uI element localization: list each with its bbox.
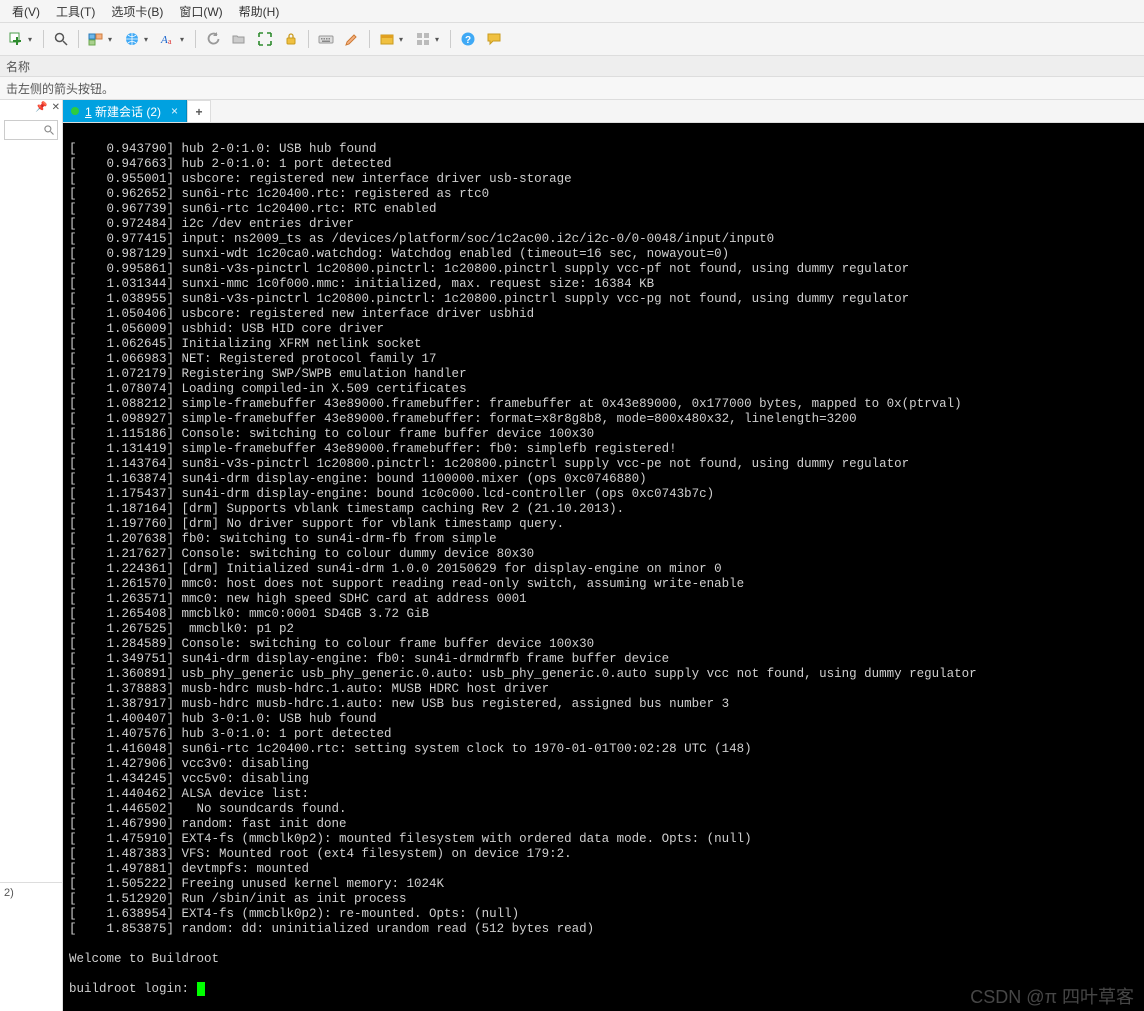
close-icon[interactable]: ✕ (52, 102, 60, 113)
fullscreen-button[interactable] (253, 27, 277, 51)
box-button[interactable] (375, 27, 399, 51)
menubar: 看(V) 工具(T) 选项卡(B) 窗口(W) 帮助(H) (0, 0, 1144, 23)
column-header-bar: 名称 (0, 56, 1144, 77)
dropdown-icon[interactable]: ▾ (435, 35, 443, 44)
tabstrip: 1 新建会话 (2) × + (63, 100, 1144, 123)
app-window: 看(V) 工具(T) 选项卡(B) 窗口(W) 帮助(H) ▾ ▾ ▾ Aa ▾ (0, 0, 1144, 1011)
terminal-output: [ 0.943790] hub 2-0:1.0: USB hub found [… (69, 142, 977, 966)
menu-view[interactable]: 看(V) (4, 1, 48, 22)
toolbar-separator (43, 30, 44, 48)
font-button[interactable]: Aa (156, 27, 180, 51)
folder-button[interactable] (227, 27, 251, 51)
sidebar-bottom: 2) (0, 882, 62, 1011)
dropdown-icon[interactable]: ▾ (144, 35, 152, 44)
name-column-label: 名称 (6, 58, 30, 75)
grid-button[interactable] (411, 27, 435, 51)
menu-help[interactable]: 帮助(H) (231, 1, 288, 22)
edit-button[interactable] (340, 27, 364, 51)
pin-icon[interactable]: 📌 (35, 102, 47, 113)
search-icon (43, 124, 55, 136)
content-area: 1 新建会话 (2) × + [ 0.943790] hub 2-0:1.0: … (63, 100, 1144, 1011)
sidebar-search[interactable] (4, 120, 58, 140)
sidebar-bottom-text: 2) (4, 887, 14, 899)
toolbar: ▾ ▾ ▾ Aa ▾ (0, 23, 1144, 56)
toolbar-separator (450, 30, 451, 48)
tab-add-button[interactable]: + (187, 100, 211, 122)
dropdown-icon[interactable]: ▾ (180, 35, 188, 44)
sidebar-top: 📌 ✕ (0, 100, 62, 882)
dropdown-icon[interactable]: ▾ (28, 35, 36, 44)
toolbar-separator (78, 30, 79, 48)
chat-button[interactable] (482, 27, 506, 51)
search-button[interactable] (49, 27, 73, 51)
help-button[interactable]: ? (456, 27, 480, 51)
menu-tabs[interactable]: 选项卡(B) (103, 1, 171, 22)
hint-bar: 击左侧的箭头按钮。 (0, 77, 1144, 100)
toolbar-separator (308, 30, 309, 48)
cursor-icon (197, 982, 205, 996)
toolbar-separator (195, 30, 196, 48)
new-session-button[interactable] (4, 27, 28, 51)
lock-button[interactable] (279, 27, 303, 51)
session-tab-active[interactable]: 1 新建会话 (2) × (63, 100, 187, 122)
globe-button[interactable] (120, 27, 144, 51)
keyboard-button[interactable] (314, 27, 338, 51)
svg-text:A: A (160, 34, 168, 46)
terminal[interactable]: [ 0.943790] hub 2-0:1.0: USB hub found [… (63, 123, 1144, 1011)
main-split: 📌 ✕ 2) 1 新建会话 (2) × + [ 0.943 (0, 100, 1144, 1011)
sidebar: 📌 ✕ 2) (0, 100, 63, 1011)
svg-text:?: ? (465, 35, 471, 46)
sessions-button[interactable] (84, 27, 108, 51)
login-prompt: buildroot login: (69, 982, 197, 996)
toolbar-separator (369, 30, 370, 48)
refresh-button[interactable] (201, 27, 225, 51)
tab-close-icon[interactable]: × (167, 104, 178, 118)
hint-text: 击左侧的箭头按钮。 (6, 80, 114, 97)
status-dot-icon (71, 107, 79, 115)
menu-tools[interactable]: 工具(T) (48, 1, 103, 22)
watermark: CSDN @π 四叶草客 (970, 990, 1134, 1005)
dropdown-icon[interactable]: ▾ (108, 35, 116, 44)
menu-window[interactable]: 窗口(W) (171, 1, 230, 22)
svg-text:a: a (168, 37, 172, 46)
dropdown-icon[interactable]: ▾ (399, 35, 407, 44)
tab-label: 1 新建会话 (2) (85, 103, 161, 120)
